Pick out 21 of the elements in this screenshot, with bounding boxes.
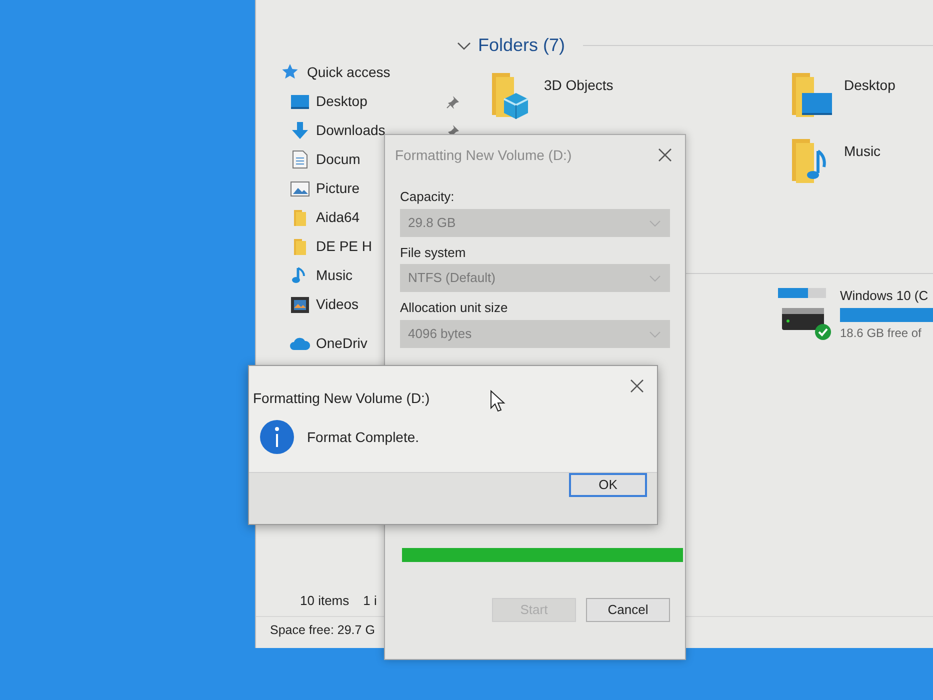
folder-item[interactable]: 3D Objects <box>486 69 786 127</box>
drive-name: Windows 10 (C <box>840 287 930 305</box>
space-free-text: Space free: 29.7 G <box>270 623 375 638</box>
section-header[interactable]: Folders (7) <box>478 32 566 59</box>
message-text: Format Complete. <box>307 428 420 447</box>
drive-item[interactable]: Windows 10 (C 18.6 GB free of <box>778 286 933 342</box>
ok-button[interactable]: OK <box>569 473 647 497</box>
dialog-title: Formatting New Volume (D:) <box>253 389 430 408</box>
field-label: Allocation unit size <box>400 299 509 317</box>
folder-item[interactable]: Music <box>786 135 933 193</box>
sidebar-item[interactable]: Downloads <box>290 116 460 145</box>
folder-item[interactable]: Desktop <box>786 69 933 127</box>
sidebar-item[interactable]: Desktop <box>290 87 460 116</box>
field-label: Capacity: <box>400 188 456 206</box>
sidebar-item[interactable]: Quick access <box>281 58 451 87</box>
status-text: 1 i <box>363 592 377 610</box>
dialog-button[interactable]: Cancel <box>586 598 670 622</box>
free-space-text: 18.6 GB free of <box>840 324 922 342</box>
field-label: File system <box>400 244 467 262</box>
status-text: 10 items <box>300 592 350 610</box>
dialog-title: Formatting New Volume (D:) <box>395 146 572 165</box>
